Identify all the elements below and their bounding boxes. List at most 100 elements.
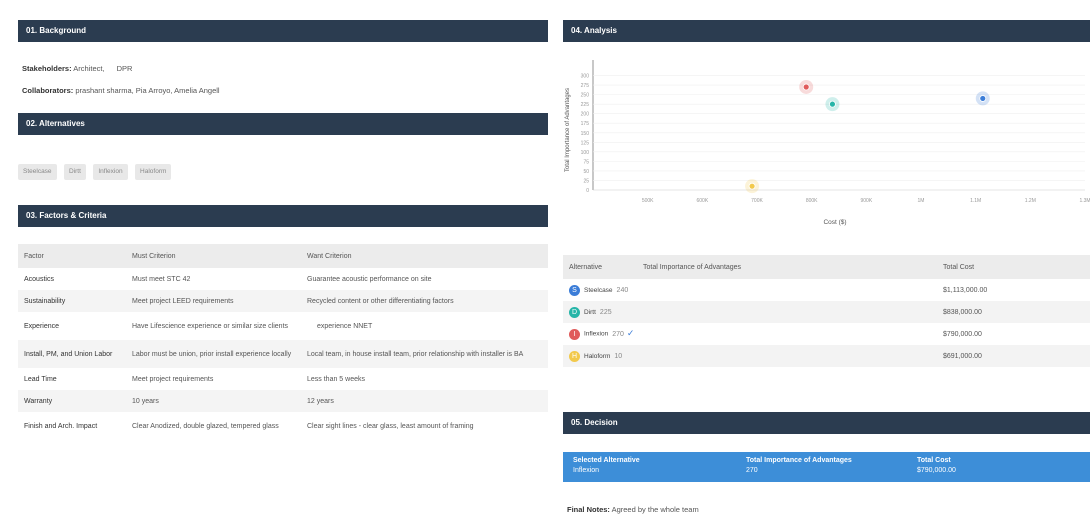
factor-cell: Sustainability [24, 297, 66, 305]
chart-x-axis-label: Cost ($) [823, 219, 846, 226]
alternative-chip[interactable]: Dirtt [64, 164, 86, 180]
alternative-cell: S Steelcase 240 [563, 279, 937, 301]
decision-importance-label: Total Importance of Advantages [746, 457, 852, 464]
table-row: Install, PM, and Union Labor Labor must … [18, 340, 548, 368]
want-cell: Local team, in house install team, prior… [307, 350, 524, 358]
alternative-cell: H Haloform 10 [563, 345, 937, 367]
alternative-badge: I [569, 328, 580, 340]
table-row[interactable]: H Haloform 10 $691,000.00 [563, 345, 1090, 367]
chart-y-tick-label: 275 [581, 83, 590, 89]
factors-table: Factor Must Criterion Want Criterion Aco… [18, 244, 548, 440]
alternative-cell: D Dirtt 225 [563, 301, 937, 323]
factor-cell: Warranty [24, 397, 53, 405]
collaborators-value: prashant sharma, Pia Arroyo, Amelia Ange… [75, 86, 220, 95]
stakeholders-extra: DPR [116, 64, 133, 73]
final-notes-label: Final Notes: [567, 505, 610, 514]
chart-x-tick-label: 800K [806, 198, 818, 204]
table-row[interactable]: D Dirtt 225 $838,000.00 [563, 301, 1090, 323]
must-cell: Meet project requirements [132, 375, 214, 383]
cost-cell: $1,113,000.00 [943, 286, 988, 294]
chart-y-tick-label: 225 [581, 102, 590, 108]
factors-table-wrap: Factor Must Criterion Want Criterion Aco… [18, 244, 548, 440]
chart-y-tick-label: 150 [581, 131, 590, 137]
column-header-alternative: Alternative [569, 263, 603, 271]
chart-point[interactable] [979, 95, 987, 102]
chart-x-tick-label: 1M [918, 198, 925, 204]
table-row[interactable]: I Inflexion 270 ✓ $790,000.00 [563, 323, 1090, 345]
chart-y-tick-label: 100 [581, 150, 590, 156]
want-cell: 12 years [307, 397, 334, 405]
alternative-name: Steelcase [584, 286, 613, 294]
cost-cell: $691,000.00 [943, 352, 982, 360]
alternative-badge: S [569, 284, 580, 296]
importance-value: 240 [616, 286, 629, 294]
decision-summary: Selected Alternative Inflexion Total Imp… [563, 452, 1090, 482]
factor-cell: Install, PM, and Union Labor [24, 350, 113, 358]
importance-value: 225 [599, 308, 612, 316]
must-cell: Must meet STC 42 [132, 275, 191, 283]
factors-table-header: Factor Must Criterion Want Criterion [18, 244, 548, 268]
factors-header: 03. Factors & Criteria [18, 205, 548, 227]
chart-y-tick-label: 200 [581, 112, 590, 118]
decision-selected: Selected Alternative Inflexion [573, 456, 640, 476]
alternative-chip[interactable]: Steelcase [18, 164, 57, 180]
cost-cell: $790,000.00 [943, 330, 982, 338]
chart-y-tick-label: 0 [586, 188, 589, 194]
column-header-importance: Total Importance of Advantages [643, 263, 742, 271]
chart-x-tick-label: 1.3M [1079, 198, 1090, 204]
decision-importance-value: 270 [746, 467, 758, 474]
chart-x-tick-label: 500K [642, 198, 654, 204]
must-cell: Labor must be union, prior install exper… [132, 350, 292, 358]
want-cell: Less than 5 weeks [307, 375, 365, 383]
alternatives-header: 02. Alternatives [18, 113, 548, 135]
stakeholders-label: Stakeholders: [22, 64, 72, 73]
background-header: 01. Background [18, 20, 548, 42]
analysis-table: Alternative Total Importance of Advantag… [563, 255, 1090, 367]
factor-cell: Lead Time [24, 375, 57, 383]
decision-cost-value: $790,000.00 [917, 467, 956, 474]
table-row: Finish and Arch. Impact Clear Anodized, … [18, 412, 548, 440]
alternative-badge: D [569, 306, 580, 318]
must-cell: Have Lifescience experience or similar s… [132, 322, 289, 330]
factor-cell: Acoustics [24, 275, 54, 283]
chart-point[interactable] [748, 182, 756, 190]
chart-point[interactable] [829, 100, 836, 108]
collaborators-line: Collaborators: prashant sharma, Pia Arro… [22, 86, 220, 95]
decision-cost: Total Cost $790,000.00 [917, 456, 956, 476]
analysis-table-header: Alternative Total Importance of Advantag… [563, 255, 1090, 279]
final-notes: Final Notes: Agreed by the whole team [567, 505, 699, 514]
chart-x-tick-label: 700K [751, 198, 763, 204]
analysis-scatter-chart: 0 25 50 75 100 125 150 175 200 225 250 275 300 500K 6… [565, 60, 1090, 226]
alternative-chip[interactable]: Inflexion [93, 164, 128, 180]
chart-x-tick-label: 1.2M [1025, 198, 1036, 204]
chart-x-tick-label: 600K [696, 198, 708, 204]
alternatives-chip-list: Steelcase Dirtt Inflexion Haloform [18, 160, 174, 180]
chart-y-tick-label: 250 [581, 93, 590, 99]
decision-cost-label: Total Cost [917, 457, 951, 464]
chart-y-tick-label: 25 [583, 178, 589, 184]
alternative-chip[interactable]: Haloform [135, 164, 172, 180]
table-row: Experience Have Lifescience experience o… [18, 312, 548, 340]
selected-check-icon: ✓ [626, 328, 635, 339]
importance-value: 270 [612, 331, 624, 339]
importance-value: 10 [614, 352, 623, 360]
decision-header: 05. Decision [563, 412, 1090, 434]
must-cell: Clear Anodized, double glazed, tempered … [132, 422, 279, 430]
alternative-name: Dirtt [584, 308, 596, 316]
chart-y-tick-label: 300 [581, 74, 590, 80]
chart-point[interactable] [802, 83, 810, 91]
must-cell: 10 years [132, 397, 159, 405]
analysis-header: 04. Analysis [563, 20, 1090, 42]
alternative-badge: H [569, 350, 580, 362]
decision-selected-value: Inflexion [573, 467, 600, 474]
stakeholders-value: Architect, [73, 64, 105, 73]
factor-cell: Experience [24, 322, 60, 330]
column-header-factor: Factor [24, 252, 44, 260]
table-row: Sustainability Meet project LEED require… [18, 290, 548, 312]
chart-y-axis-label: Total Importance of Advantages [565, 88, 571, 172]
want-cell: Recycled content or other differentiatin… [307, 297, 454, 305]
alternative-name: Haloform [584, 352, 611, 360]
column-header-cost: Total Cost [943, 263, 975, 271]
table-row[interactable]: S Steelcase 240 $1,113,000.00 [563, 279, 1090, 301]
chart-y-tick-label: 175 [581, 121, 590, 127]
